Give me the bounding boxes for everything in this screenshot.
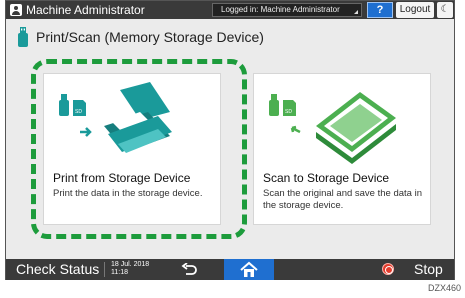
figure-code: DZX460: [427, 283, 461, 293]
selection-highlight: [31, 59, 247, 239]
user-name: Machine Administrator: [26, 3, 145, 17]
divider: [104, 262, 105, 277]
usb-icon: [269, 94, 279, 116]
stop-icon: [382, 263, 394, 275]
date-time: 18 Jul. 2018 11:18: [111, 261, 149, 277]
login-status-text: Logged in: Machine Administrator: [221, 5, 340, 14]
expand-corner-icon: [354, 10, 358, 14]
home-button[interactable]: [224, 259, 274, 280]
usb-icon: [18, 27, 28, 47]
scanner-icon: [316, 92, 396, 164]
back-button[interactable]: [176, 260, 202, 279]
card-description: Scan the original and save the data in t…: [263, 188, 422, 211]
help-button[interactable]: ?: [367, 2, 393, 18]
svg-text:SD: SD: [285, 109, 292, 115]
scan-to-storage-card[interactable]: SD Scan to Storage Device Scan the origi…: [253, 73, 431, 225]
energy-saver-button[interactable]: ☾: [437, 2, 453, 18]
arrow-left-icon: [290, 125, 301, 134]
user-icon: [10, 4, 22, 16]
date-text: 18 Jul. 2018: [111, 261, 150, 268]
scan-illustration: SD: [269, 92, 396, 164]
home-icon: [240, 261, 258, 277]
stop-button[interactable]: Stop: [414, 261, 443, 277]
page-title: Print/Scan (Memory Storage Device): [36, 29, 264, 45]
screen-frame: Machine Administrator Logged in: Machine…: [5, 0, 455, 280]
check-status-button[interactable]: Check Status: [16, 261, 99, 277]
card-title: Scan to Storage Device: [263, 171, 390, 185]
login-status-field[interactable]: Logged in: Machine Administrator: [212, 3, 362, 17]
top-status-bar: Machine Administrator Logged in: Machine…: [6, 1, 454, 19]
sd-card-icon: SD: [283, 100, 296, 116]
back-arrow-icon: [181, 262, 197, 275]
logout-button[interactable]: Logout: [396, 2, 434, 18]
time-text: 11:18: [111, 269, 128, 276]
bottom-bar: Check Status 18 Jul. 2018 11:18 Stop: [6, 259, 454, 280]
